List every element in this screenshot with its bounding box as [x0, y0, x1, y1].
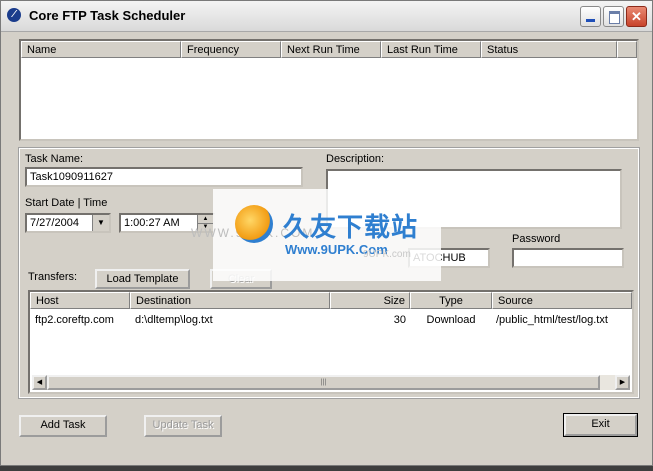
task-name-input[interactable]: Task1090911627	[25, 167, 303, 187]
task-name-label: Task Name:	[25, 153, 84, 165]
column-header-type[interactable]: Type	[410, 292, 492, 309]
password-input[interactable]	[512, 248, 624, 268]
scroll-thumb[interactable]: |||	[47, 375, 600, 390]
transfer-destination: d:\dltemp\log.txt	[135, 314, 213, 326]
watermark-overlay: WWW.9UPK.COM 久友下载站 Www.9UPK.Com 9UPK.com	[191, 189, 441, 281]
column-header-spacer	[617, 41, 637, 58]
transfers-list[interactable]: Host Destination Size Type Source ftp2.c…	[28, 290, 634, 394]
transfer-source: /public_html/test/log.txt	[496, 314, 608, 326]
chevron-down-icon[interactable]: ▼	[92, 215, 109, 231]
transfers-list-header: Host Destination Size Type Source	[30, 292, 632, 309]
scroll-left-icon[interactable]: ◀	[32, 375, 47, 390]
maximize-icon	[609, 11, 620, 24]
close-icon: ✕	[631, 9, 642, 24]
title-bar[interactable]: ⁄ Core FTP Task Scheduler ✕	[1, 1, 652, 32]
watermark-faint-small: 9UPK.com	[363, 249, 411, 260]
taskbar-strip	[0, 466, 653, 471]
password-label: Password	[512, 233, 561, 245]
scroll-right-icon[interactable]: ▶	[615, 375, 630, 390]
close-button[interactable]: ✕	[626, 6, 647, 27]
horizontal-scrollbar[interactable]: ◀ ||| ▶	[32, 375, 630, 390]
watermark-title: 久友下载站	[283, 212, 419, 242]
start-date-picker[interactable]: 7/27/2004 ▼	[25, 213, 111, 233]
task-list[interactable]: Name Frequency Next Run Time Last Run Ti…	[19, 39, 639, 141]
description-label: Description:	[326, 153, 385, 165]
minimize-icon	[586, 19, 595, 22]
watermark-logo-icon	[235, 205, 273, 243]
exit-button[interactable]: Exit	[563, 413, 638, 437]
column-header-size[interactable]: Size	[330, 292, 410, 309]
transfers-label: Transfers:	[28, 271, 78, 283]
core-ftp-icon: ⁄	[7, 8, 21, 22]
column-header-name[interactable]: Name	[21, 41, 181, 58]
add-task-button[interactable]: Add Task	[19, 415, 107, 437]
column-header-host[interactable]: Host	[30, 292, 130, 309]
start-date-time-label: Start Date | Time	[25, 197, 108, 209]
column-header-last-run-time[interactable]: Last Run Time	[381, 41, 481, 58]
column-header-destination[interactable]: Destination	[130, 292, 330, 309]
transfer-host: ftp2.coreftp.com	[35, 314, 114, 326]
maximize-button[interactable]	[603, 6, 624, 27]
task-scheduler-window: ⁄ Core FTP Task Scheduler ✕ Name Frequen…	[0, 0, 653, 466]
load-template-button[interactable]: Load Template	[95, 269, 190, 289]
column-header-frequency[interactable]: Frequency	[181, 41, 281, 58]
window-title: Core FTP Task Scheduler	[29, 8, 186, 23]
column-header-source[interactable]: Source	[492, 292, 632, 309]
column-header-next-run-time[interactable]: Next Run Time	[281, 41, 381, 58]
start-date-value: 7/27/2004	[30, 217, 79, 229]
transfer-size: 30	[393, 314, 406, 326]
transfer-type: Download	[426, 314, 476, 326]
minimize-button[interactable]	[580, 6, 601, 27]
table-row[interactable]: ftp2.coreftp.com d:\dltemp\log.txt 30 Do…	[30, 312, 632, 328]
start-time-value: 1:00:27 AM	[124, 217, 180, 229]
update-task-button[interactable]: Update Task	[144, 415, 222, 437]
task-list-header: Name Frequency Next Run Time Last Run Ti…	[21, 41, 637, 58]
column-header-status[interactable]: Status	[481, 41, 617, 58]
